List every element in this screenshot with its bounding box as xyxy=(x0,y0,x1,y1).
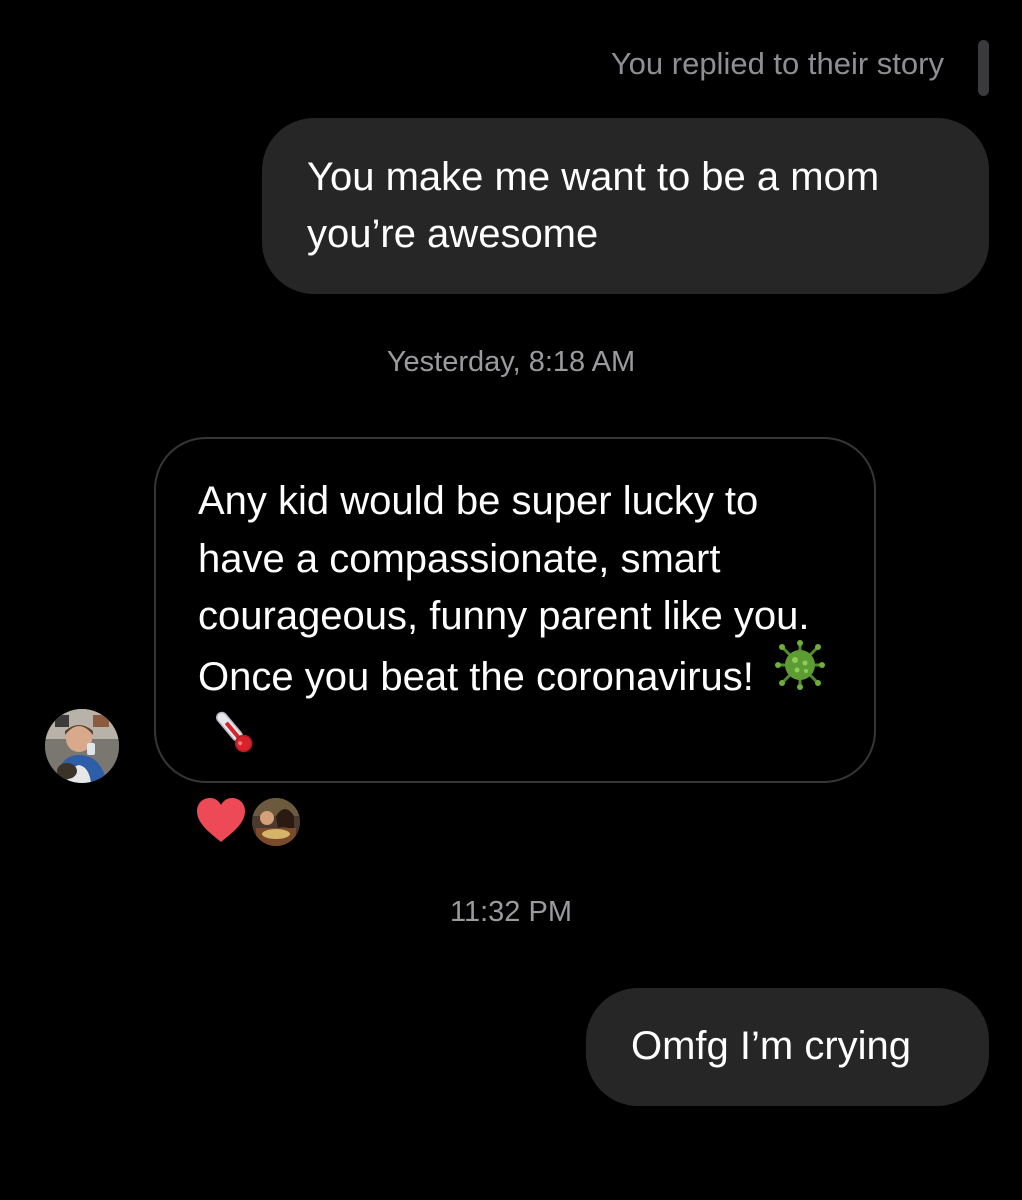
timestamp: 11:32 PM xyxy=(450,896,572,928)
thermometer-icon xyxy=(208,706,260,775)
scrollbar[interactable] xyxy=(978,40,989,96)
reactor-avatar[interactable] xyxy=(250,796,302,848)
heart-icon[interactable] xyxy=(196,798,246,844)
incoming-message-bubble[interactable]: Any kid would be super lucky to have a c… xyxy=(154,437,876,783)
microbe-icon xyxy=(775,639,826,707)
message-text: Omfg I’m crying xyxy=(631,1024,912,1068)
contact-avatar[interactable] xyxy=(45,709,119,783)
outgoing-message-bubble[interactable]: Omfg I’m crying xyxy=(586,988,989,1106)
message-text: Any kid would be super lucky to have a c… xyxy=(198,479,810,699)
message-text: You make me want to be a mom you’re awes… xyxy=(307,155,880,256)
timestamp: Yesterday, 8:18 AM xyxy=(386,346,636,378)
story-reply-note: You replied to their story xyxy=(610,46,944,81)
outgoing-message-bubble[interactable]: You make me want to be a mom you’re awes… xyxy=(262,118,989,294)
